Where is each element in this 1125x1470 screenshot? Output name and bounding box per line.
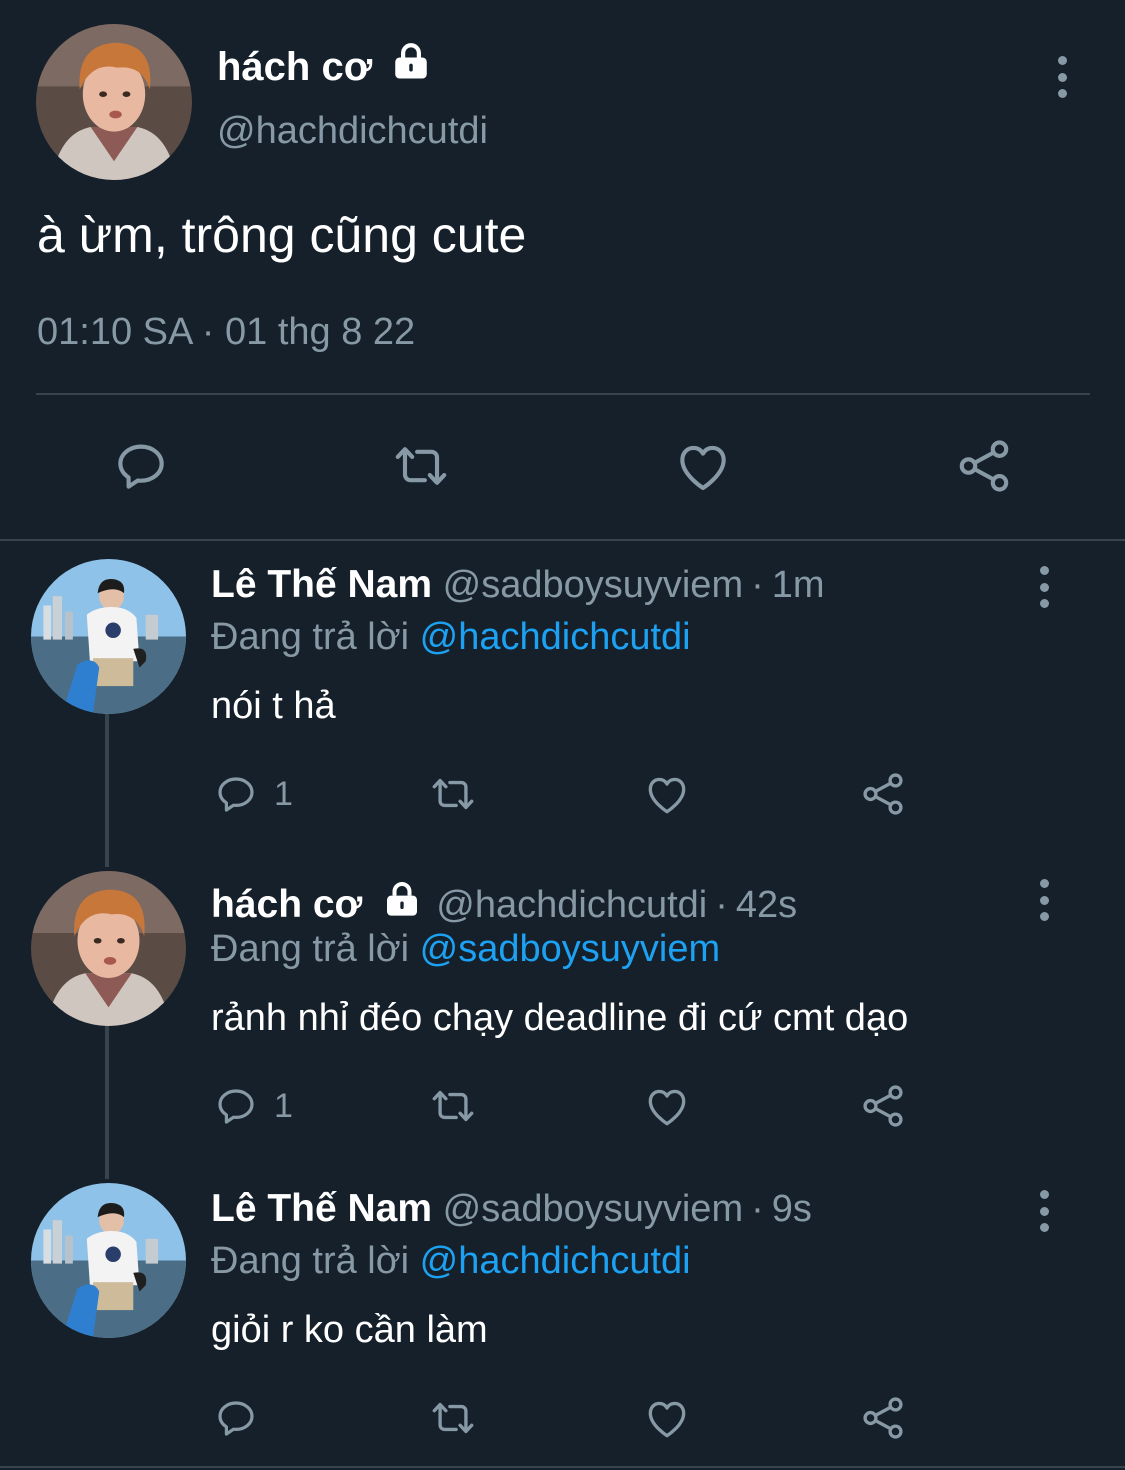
like-button[interactable]: [642, 1081, 692, 1131]
reply-age: 9s: [771, 1188, 812, 1230]
mention-link[interactable]: @sadboysuyviem: [420, 928, 720, 970]
more-icon[interactable]: [1029, 879, 1059, 921]
share-icon[interactable]: [953, 435, 1015, 497]
more-icon[interactable]: [1029, 566, 1059, 608]
retweet-icon: [428, 1393, 478, 1443]
divider: [36, 393, 1090, 395]
tweet-text: à ừm, trông cũng cute: [37, 207, 527, 263]
heart-icon: [642, 1081, 692, 1131]
reply-icon[interactable]: [110, 435, 172, 497]
reply-count: 1: [274, 1086, 293, 1125]
reply-icon: [212, 1082, 260, 1130]
reply-icon: [212, 1394, 260, 1442]
heart-icon: [642, 1393, 692, 1443]
mention-link[interactable]: @hachdichcutdi: [420, 1240, 691, 1282]
retweet-icon: [428, 769, 478, 819]
like-button[interactable]: [642, 769, 692, 819]
like-button[interactable]: [642, 1393, 692, 1443]
reply-age: 42s: [735, 884, 798, 926]
author-name[interactable]: Lê Thế Nam: [211, 1187, 432, 1230]
more-icon[interactable]: [1047, 56, 1077, 98]
retweet-icon: [428, 1081, 478, 1131]
reply-header: Lê Thế Nam @sadboysuyviem · 9s: [211, 1187, 812, 1230]
reply-age: 1m: [771, 564, 825, 606]
divider: [0, 1466, 1125, 1468]
heart-icon: [642, 769, 692, 819]
replying-label: Đang trả lời: [211, 928, 410, 970]
retweet-button[interactable]: [428, 1081, 478, 1131]
reply-text: nói t hả: [211, 685, 336, 727]
author-handle[interactable]: @hachdichcutdi: [217, 110, 488, 153]
main-tweet: hách cơ @hachdichcutdi à ừm, trông cũng …: [0, 0, 1125, 540]
author-name[interactable]: hách cơ: [211, 883, 362, 926]
reply-button[interactable]: 1: [212, 1081, 293, 1131]
reply-button[interactable]: [212, 1393, 260, 1443]
avatar[interactable]: [36, 24, 192, 180]
share-icon: [858, 1081, 908, 1131]
replying-to: Đang trả lời @hachdichcutdi: [211, 1240, 691, 1283]
lock-icon: [390, 40, 432, 82]
thread-line: [105, 1024, 109, 1179]
replying-to: Đang trả lời @hachdichcutdi: [211, 616, 691, 659]
share-icon: [858, 769, 908, 819]
retweet-button[interactable]: [428, 1393, 478, 1443]
heart-icon[interactable]: [672, 435, 734, 497]
tweet-timestamp[interactable]: 01:10 SA · 01 thg 8 22: [37, 311, 415, 354]
reply-icon: [212, 770, 260, 818]
author-name-text[interactable]: hách cơ: [217, 45, 372, 89]
author-name[interactable]: hách cơ: [217, 40, 432, 90]
avatar[interactable]: [31, 559, 186, 714]
more-icon[interactable]: [1029, 1190, 1059, 1232]
retweet-button[interactable]: [428, 769, 478, 819]
thread-line: [105, 713, 109, 867]
section-divider: [0, 539, 1125, 541]
mention-link[interactable]: @hachdichcutdi: [420, 616, 691, 658]
reply-text: giỏi r ko cần làm: [211, 1309, 488, 1351]
replying-label: Đang trả lời: [211, 616, 410, 658]
replying-label: Đang trả lời: [211, 1240, 410, 1282]
share-button[interactable]: [858, 1081, 908, 1131]
avatar[interactable]: [31, 871, 186, 1026]
retweet-icon[interactable]: [390, 435, 452, 497]
reply-header: Lê Thế Nam @sadboysuyviem · 1m: [211, 563, 825, 606]
reply-count: 1: [274, 774, 293, 813]
reply-header: hách cơ @hachdichcutdi · 42s: [211, 879, 797, 927]
author-handle[interactable]: @sadboysuyviem: [443, 564, 743, 606]
share-button[interactable]: [858, 1393, 908, 1443]
reply-text: rảnh nhỉ đéo chạy deadline đi cứ cmt dạo: [211, 997, 909, 1039]
replying-to: Đang trả lời @sadboysuyviem: [211, 928, 720, 971]
reply-button[interactable]: 1: [212, 769, 293, 819]
author-handle[interactable]: @sadboysuyviem: [443, 1188, 743, 1230]
avatar[interactable]: [31, 1183, 186, 1338]
share-icon: [858, 1393, 908, 1443]
author-name[interactable]: Lê Thế Nam: [211, 563, 432, 606]
author-handle[interactable]: @hachdichcutdi: [436, 884, 707, 926]
lock-icon: [382, 879, 422, 919]
share-button[interactable]: [858, 769, 908, 819]
